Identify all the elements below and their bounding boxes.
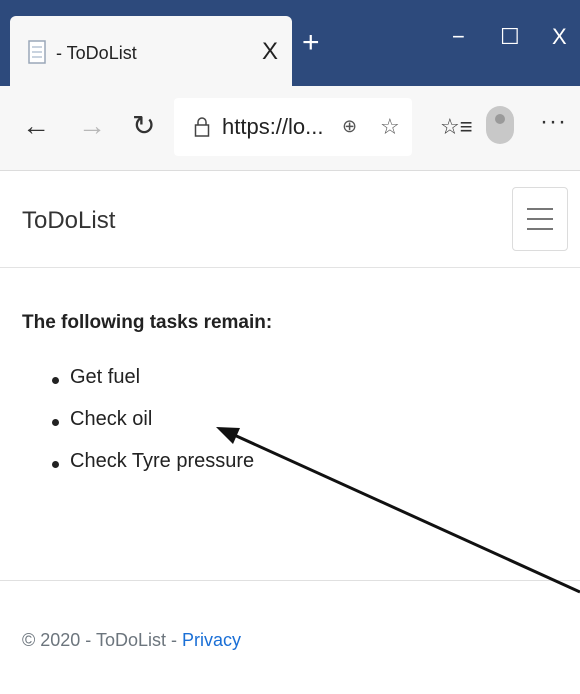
menu-icon-line	[527, 208, 553, 210]
forward-arrow-icon: →	[78, 110, 106, 141]
browser-tab[interactable]: - ToDoList X	[10, 16, 292, 86]
brand-link[interactable]: ToDoList	[22, 207, 115, 235]
close-window-button[interactable]: X	[552, 24, 567, 50]
collections-icon[interactable]: ☆≡	[440, 114, 473, 140]
menu-icon-line	[527, 218, 553, 220]
minimize-button[interactable]: −	[452, 24, 465, 50]
hamburger-menu-button[interactable]	[512, 187, 568, 251]
page-icon	[28, 40, 46, 64]
browser-toolbar: ← → ↻ https://lo... ⊕ ☆ ☆≡ ···	[0, 86, 580, 171]
maximize-button[interactable]: ☐	[500, 24, 520, 50]
tab-title: - ToDoList	[56, 43, 137, 63]
close-tab-icon[interactable]: X	[262, 38, 278, 66]
url-text[interactable]: https://lo...	[222, 114, 324, 140]
menu-icon-line	[527, 228, 553, 230]
address-bar[interactable]: https://lo... ⊕ ☆	[174, 98, 412, 156]
task-item: Check Tyre pressure	[52, 450, 254, 492]
page-heading: The following tasks remain:	[22, 312, 273, 333]
footer-text: © 2020 - ToDoList -	[22, 630, 183, 650]
back-arrow-icon[interactable]: ←	[22, 112, 50, 140]
avatar[interactable]	[486, 106, 514, 144]
lock-icon[interactable]	[194, 116, 210, 138]
zoom-icon[interactable]: ⊕	[342, 116, 357, 137]
favorite-star-icon[interactable]: ☆	[380, 114, 400, 140]
site-navbar: ToDoList	[0, 171, 580, 268]
footer-divider	[0, 580, 580, 581]
task-item: Get fuel	[52, 366, 254, 408]
browser-titlebar: - ToDoList X + − ☐ X	[0, 0, 580, 86]
more-icon[interactable]: ···	[540, 108, 567, 136]
new-tab-button[interactable]: +	[302, 28, 320, 58]
footer: © 2020 - ToDoList - Privacy	[22, 630, 241, 651]
task-item: Check oil	[52, 408, 254, 450]
task-list: Get fuel Check oil Check Tyre pressure	[52, 366, 254, 492]
reload-icon[interactable]: ↻	[132, 112, 155, 140]
privacy-link[interactable]: Privacy	[182, 630, 241, 650]
